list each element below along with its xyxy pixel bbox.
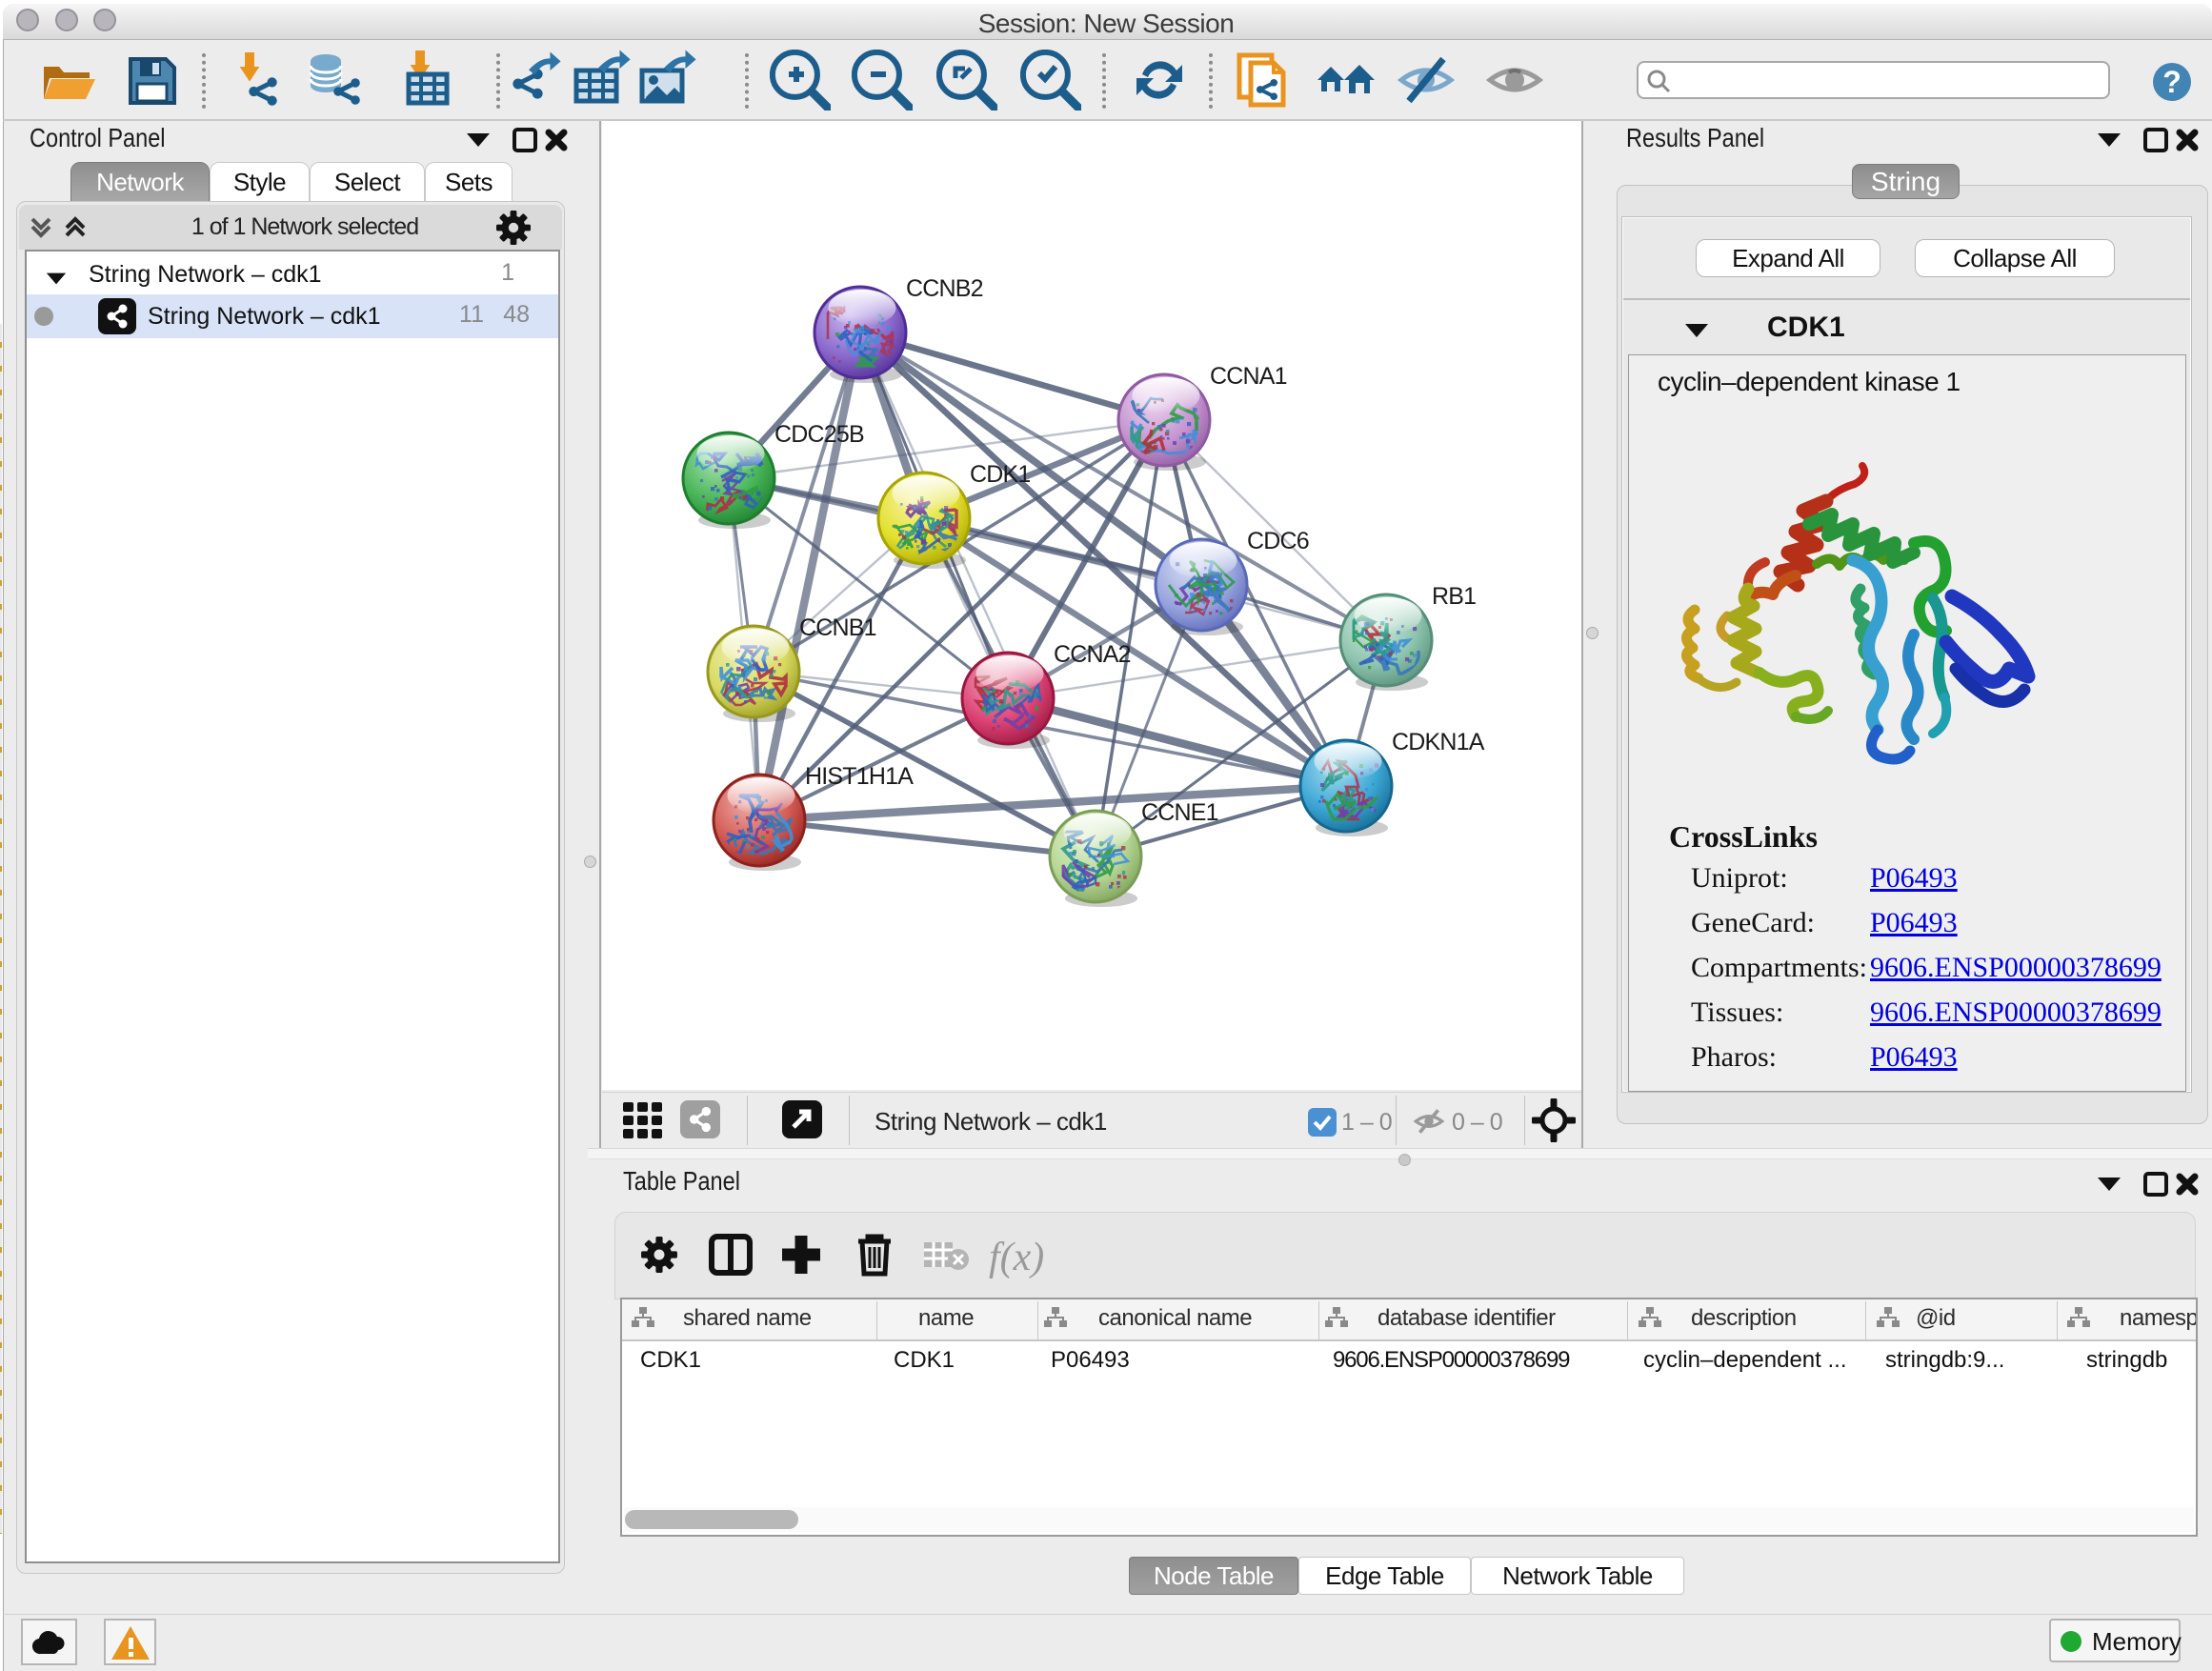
svg-text:CDK1: CDK1 [970,461,1031,488]
svg-text:CCNA2: CCNA2 [1054,641,1131,668]
svg-text:CCNA1: CCNA1 [1210,363,1287,390]
svg-text:CDC25B: CDC25B [774,421,864,448]
svg-text:HIST1H1A: HIST1H1A [805,763,914,790]
svg-text:CCNB2: CCNB2 [906,275,983,302]
svg-text:CCNE1: CCNE1 [1141,799,1218,826]
svg-text:CDC6: CDC6 [1247,528,1309,554]
svg-text:RB1: RB1 [1432,583,1476,610]
svg-text:CCNB1: CCNB1 [799,614,876,641]
svg-text:CDKN1A: CDKN1A [1392,729,1485,755]
